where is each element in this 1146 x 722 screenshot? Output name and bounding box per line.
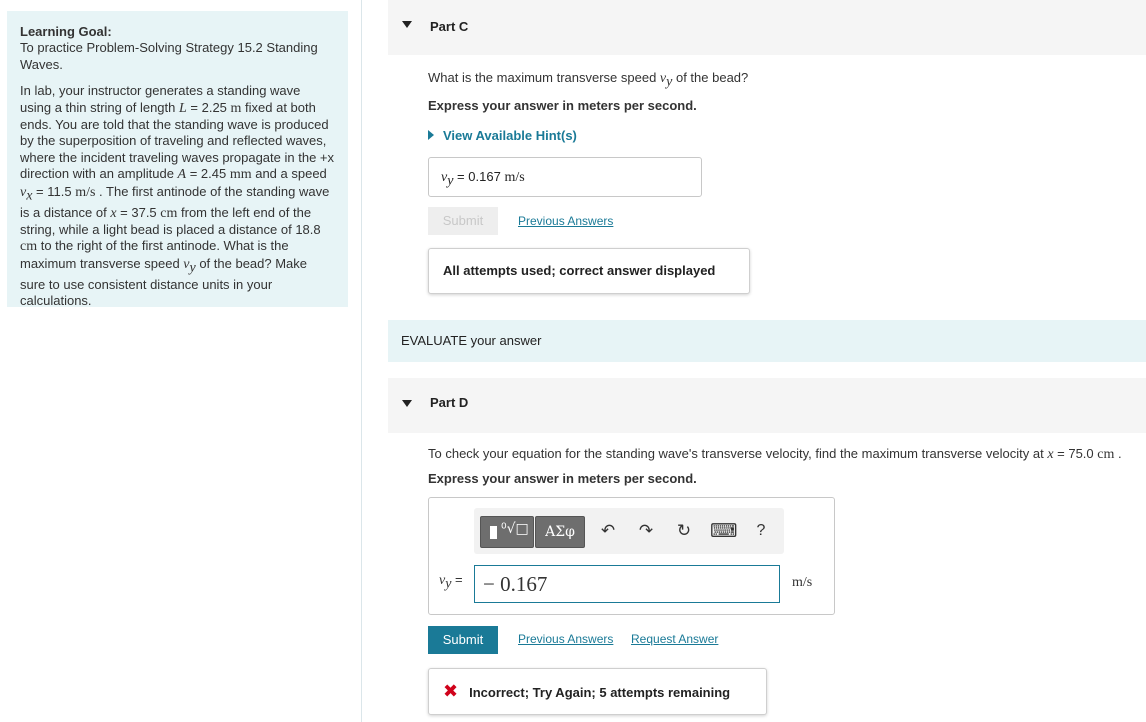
column-divider <box>361 0 362 722</box>
part-c-title: Part C <box>430 19 469 34</box>
help-icon[interactable]: ? <box>749 518 773 544</box>
part-d-feedback: ✖ Incorrect; Try Again; 5 attempts remain… <box>428 668 767 715</box>
part-d-header[interactable]: Part D <box>388 378 1146 433</box>
part-c-answer-display: vy = 0.167 m/s <box>428 157 702 197</box>
part-d-question: To check your equation for the standing … <box>428 446 1122 462</box>
learning-goal-subtitle: To practice Problem-Solving Strategy 15.… <box>20 40 318 72</box>
collapse-triangle-icon[interactable] <box>402 400 412 407</box>
redo-icon[interactable]: ↷ <box>634 518 658 544</box>
request-answer-link[interactable]: Request Answer <box>631 632 718 646</box>
reset-icon[interactable]: ↻ <box>672 518 696 544</box>
part-d-instruction: Express your answer in meters per second… <box>428 471 697 486</box>
math-answer-editor: ⁰√□ ΑΣφ ↶ ↷ ↻ ⌨ ? vy = − 0.167 m/s <box>428 497 835 615</box>
keyboard-icon[interactable]: ⌨ <box>710 518 737 544</box>
part-d-answer-input[interactable]: − 0.167 <box>474 565 780 603</box>
problem-statement: In lab, your instructor generates a stan… <box>20 83 334 309</box>
templates-icon[interactable]: ⁰√□ <box>480 516 534 548</box>
expand-triangle-icon <box>428 130 434 140</box>
collapse-triangle-icon[interactable] <box>402 21 412 28</box>
part-c-feedback: All attempts used; correct answer displa… <box>428 248 750 294</box>
part-c-previous-answers-link[interactable]: Previous Answers <box>518 214 613 228</box>
learning-goal-panel: Learning Goal: To practice Problem-Solvi… <box>7 11 348 309</box>
view-hints-link[interactable]: View Available Hint(s) <box>428 128 577 143</box>
sqrt-icon: ⁰√□ <box>501 521 529 537</box>
part-c-submit-button: Submit <box>428 207 498 235</box>
evaluate-label: EVALUATE your answer <box>401 333 542 348</box>
error-x-icon: ✖ <box>443 681 459 702</box>
math-toolbar: ⁰√□ ΑΣφ ↶ ↷ ↻ ⌨ ? <box>474 508 784 554</box>
part-c-instruction: Express your answer in meters per second… <box>428 98 697 113</box>
undo-icon[interactable]: ↶ <box>596 518 620 544</box>
part-c-header[interactable]: Part C <box>388 0 1146 55</box>
part-c-question: What is the maximum transverse speed vy … <box>428 70 749 90</box>
greek-symbols-button[interactable]: ΑΣφ <box>535 516 585 548</box>
answer-variable-label: vy = <box>439 572 463 592</box>
learning-goal-title: Learning Goal: <box>20 24 112 39</box>
answer-unit-label: m/s <box>792 575 813 590</box>
part-d-title: Part D <box>430 395 469 410</box>
template-box-icon <box>490 526 497 539</box>
part-d-previous-answers-link[interactable]: Previous Answers <box>518 632 613 646</box>
part-d-submit-button[interactable]: Submit <box>428 626 498 654</box>
evaluate-section: EVALUATE your answer <box>388 320 1146 362</box>
